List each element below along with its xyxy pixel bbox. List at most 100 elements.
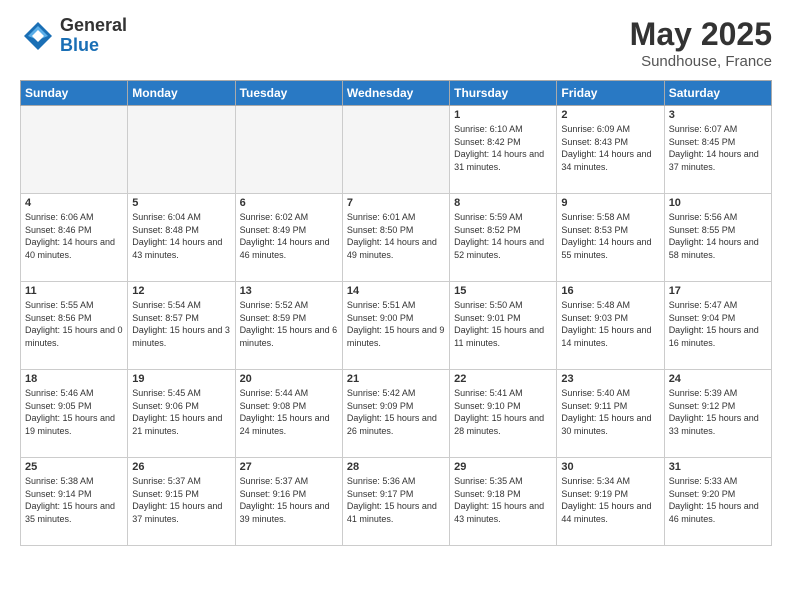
day-info: Sunrise: 5:52 AMSunset: 8:59 PMDaylight:… — [240, 299, 338, 349]
table-row: 25Sunrise: 5:38 AMSunset: 9:14 PMDayligh… — [21, 458, 128, 546]
day-info: Sunrise: 5:42 AMSunset: 9:09 PMDaylight:… — [347, 387, 445, 437]
day-info: Sunrise: 5:39 AMSunset: 9:12 PMDaylight:… — [669, 387, 767, 437]
header-friday: Friday — [557, 81, 664, 106]
table-row — [235, 106, 342, 194]
day-info: Sunrise: 5:41 AMSunset: 9:10 PMDaylight:… — [454, 387, 552, 437]
day-number: 18 — [25, 373, 123, 385]
calendar-week-row: 4Sunrise: 6:06 AMSunset: 8:46 PMDaylight… — [21, 194, 772, 282]
weekday-header-row: Sunday Monday Tuesday Wednesday Thursday… — [21, 81, 772, 106]
table-row: 14Sunrise: 5:51 AMSunset: 9:00 PMDayligh… — [342, 282, 449, 370]
day-number: 20 — [240, 373, 338, 385]
day-number: 30 — [561, 461, 659, 473]
day-info: Sunrise: 5:50 AMSunset: 9:01 PMDaylight:… — [454, 299, 552, 349]
header-thursday: Thursday — [450, 81, 557, 106]
table-row: 1 Sunrise: 6:10 AMSunset: 8:42 PMDaylight… — [450, 106, 557, 194]
day-info: Sunrise: 5:33 AMSunset: 9:20 PMDaylight:… — [669, 475, 767, 525]
calendar-week-row: 18 Sunrise: 5:46 AMSunset: 9:05 PMDayligh… — [21, 370, 772, 458]
day-info: Sunrise: 6:07 AMSunset: 8:45 PMDaylight:… — [669, 123, 767, 173]
day-info: Sunrise: 5:36 AMSunset: 9:17 PMDaylight:… — [347, 475, 445, 525]
day-info: Sunrise: 6:10 AMSunset: 8:42 PMDaylight:… — [454, 123, 552, 173]
table-row: 13 Sunrise: 5:52 AMSunset: 8:59 PMDayligh… — [235, 282, 342, 370]
day-info: Sunrise: 6:04 AMSunset: 8:48 PMDaylight:… — [132, 211, 230, 261]
table-row: 19 Sunrise: 5:45 AMSunset: 9:06 PMDayligh… — [128, 370, 235, 458]
table-row: 31 Sunrise: 5:33 AMSunset: 9:20 PMDayligh… — [664, 458, 771, 546]
day-number: 12 — [132, 285, 230, 297]
table-row: 7 Sunrise: 6:01 AMSunset: 8:50 PMDaylight… — [342, 194, 449, 282]
day-number: 3 — [669, 109, 767, 121]
header-sunday: Sunday — [21, 81, 128, 106]
day-number: 10 — [669, 197, 767, 209]
day-info: Sunrise: 5:56 AMSunset: 8:55 PMDaylight:… — [669, 211, 767, 261]
day-info: Sunrise: 5:45 AMSunset: 9:06 PMDaylight:… — [132, 387, 230, 437]
table-row: 26 Sunrise: 5:37 AMSunset: 9:15 PMDayligh… — [128, 458, 235, 546]
table-row: 28 Sunrise: 5:36 AMSunset: 9:17 PMDayligh… — [342, 458, 449, 546]
day-number: 13 — [240, 285, 338, 297]
table-row: 12 Sunrise: 5:54 AMSunset: 8:57 PMDayligh… — [128, 282, 235, 370]
day-number: 17 — [669, 285, 767, 297]
day-number: 19 — [132, 373, 230, 385]
calendar-week-row: 1 Sunrise: 6:10 AMSunset: 8:42 PMDaylight… — [21, 106, 772, 194]
day-info: Sunrise: 6:09 AMSunset: 8:43 PMDaylight:… — [561, 123, 659, 173]
table-row: 8Sunrise: 5:59 AMSunset: 8:52 PMDaylight… — [450, 194, 557, 282]
table-row — [342, 106, 449, 194]
table-row: 27Sunrise: 5:37 AMSunset: 9:16 PMDayligh… — [235, 458, 342, 546]
day-info: Sunrise: 5:58 AMSunset: 8:53 PMDaylight:… — [561, 211, 659, 261]
table-row: 3 Sunrise: 6:07 AMSunset: 8:45 PMDaylight… — [664, 106, 771, 194]
title-block: May 2025 Sundhouse, France — [630, 16, 772, 70]
header-saturday: Saturday — [664, 81, 771, 106]
day-info: Sunrise: 5:40 AMSunset: 9:11 PMDaylight:… — [561, 387, 659, 437]
day-number: 22 — [454, 373, 552, 385]
header-monday: Monday — [128, 81, 235, 106]
table-row: 11 Sunrise: 5:55 AMSunset: 8:56 PMDayligh… — [21, 282, 128, 370]
day-info: Sunrise: 5:35 AMSunset: 9:18 PMDaylight:… — [454, 475, 552, 525]
day-number: 28 — [347, 461, 445, 473]
calendar-week-row: 25Sunrise: 5:38 AMSunset: 9:14 PMDayligh… — [21, 458, 772, 546]
day-number: 24 — [669, 373, 767, 385]
day-number: 23 — [561, 373, 659, 385]
table-row: 6 Sunrise: 6:02 AMSunset: 8:49 PMDaylight… — [235, 194, 342, 282]
table-row: 21 Sunrise: 5:42 AMSunset: 9:09 PMDayligh… — [342, 370, 449, 458]
table-row: 10 Sunrise: 5:56 AMSunset: 8:55 PMDayligh… — [664, 194, 771, 282]
table-row — [128, 106, 235, 194]
day-info: Sunrise: 5:37 AMSunset: 9:15 PMDaylight:… — [132, 475, 230, 525]
day-number: 11 — [25, 285, 123, 297]
day-info: Sunrise: 5:46 AMSunset: 9:05 PMDaylight:… — [25, 387, 123, 437]
day-number: 31 — [669, 461, 767, 473]
page: General Blue May 2025 Sundhouse, France … — [0, 0, 792, 612]
day-info: Sunrise: 5:38 AMSunset: 9:14 PMDaylight:… — [25, 475, 123, 525]
day-number: 26 — [132, 461, 230, 473]
day-number: 29 — [454, 461, 552, 473]
day-number: 9 — [561, 197, 659, 209]
logo-general-label: General — [60, 16, 127, 36]
day-number: 21 — [347, 373, 445, 385]
day-number: 5 — [132, 197, 230, 209]
header-tuesday: Tuesday — [235, 81, 342, 106]
header-wednesday: Wednesday — [342, 81, 449, 106]
table-row: 29 Sunrise: 5:35 AMSunset: 9:18 PMDayligh… — [450, 458, 557, 546]
table-row: 30 Sunrise: 5:34 AMSunset: 9:19 PMDayligh… — [557, 458, 664, 546]
day-info: Sunrise: 5:54 AMSunset: 8:57 PMDaylight:… — [132, 299, 230, 349]
day-info: Sunrise: 6:02 AMSunset: 8:49 PMDaylight:… — [240, 211, 338, 261]
logo-text: General Blue — [60, 16, 127, 56]
day-info: Sunrise: 5:37 AMSunset: 9:16 PMDaylight:… — [240, 475, 338, 525]
day-number: 7 — [347, 197, 445, 209]
table-row: 15Sunrise: 5:50 AMSunset: 9:01 PMDayligh… — [450, 282, 557, 370]
day-info: Sunrise: 5:34 AMSunset: 9:19 PMDaylight:… — [561, 475, 659, 525]
day-info: Sunrise: 6:06 AMSunset: 8:46 PMDaylight:… — [25, 211, 123, 261]
day-number: 2 — [561, 109, 659, 121]
day-number: 8 — [454, 197, 552, 209]
day-info: Sunrise: 6:01 AMSunset: 8:50 PMDaylight:… — [347, 211, 445, 261]
day-info: Sunrise: 5:48 AMSunset: 9:03 PMDaylight:… — [561, 299, 659, 349]
header: General Blue May 2025 Sundhouse, France — [20, 16, 772, 70]
table-row: 23 Sunrise: 5:40 AMSunset: 9:11 PMDayligh… — [557, 370, 664, 458]
logo: General Blue — [20, 16, 127, 56]
table-row: 4Sunrise: 6:06 AMSunset: 8:46 PMDaylight… — [21, 194, 128, 282]
table-row: 16Sunrise: 5:48 AMSunset: 9:03 PMDayligh… — [557, 282, 664, 370]
day-number: 6 — [240, 197, 338, 209]
calendar-week-row: 11 Sunrise: 5:55 AMSunset: 8:56 PMDayligh… — [21, 282, 772, 370]
table-row: 24 Sunrise: 5:39 AMSunset: 9:12 PMDayligh… — [664, 370, 771, 458]
day-info: Sunrise: 5:55 AMSunset: 8:56 PMDaylight:… — [25, 299, 123, 349]
day-info: Sunrise: 5:51 AMSunset: 9:00 PMDaylight:… — [347, 299, 445, 349]
day-info: Sunrise: 5:44 AMSunset: 9:08 PMDaylight:… — [240, 387, 338, 437]
day-number: 1 — [454, 109, 552, 121]
